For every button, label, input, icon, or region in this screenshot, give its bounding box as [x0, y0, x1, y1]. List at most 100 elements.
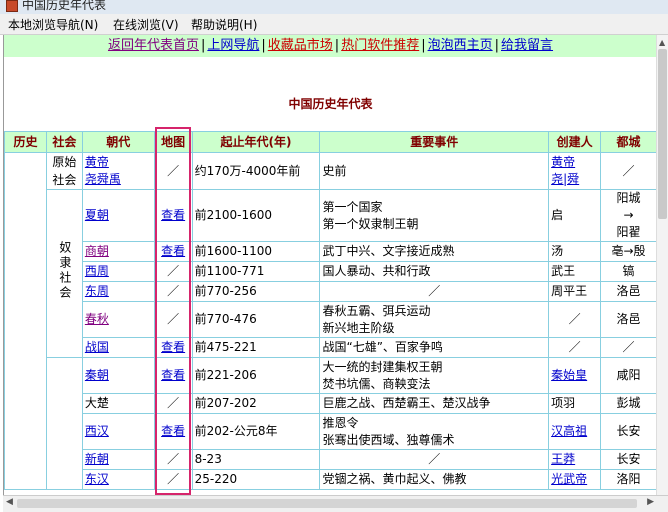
founder-cell: 汤	[548, 241, 602, 262]
map-cell: ／	[153, 469, 193, 490]
cell-link[interactable]: 商朝	[85, 244, 109, 258]
cell-text: 咸阳	[616, 368, 641, 382]
capital-cell: 洛邑	[600, 281, 657, 302]
nav-link[interactable]: 返回年代表首页	[108, 38, 199, 53]
map-cell: 查看	[153, 189, 193, 242]
map-cell: ／	[153, 281, 193, 302]
society-label: 原始社会	[52, 155, 77, 187]
dynasty-cell: 东汉	[81, 469, 155, 490]
founder-cell: 汉高祖	[548, 413, 602, 450]
cell-link[interactable]: 秦始皇	[551, 368, 587, 382]
nav-link[interactable]: 泡泡西主页	[428, 38, 493, 53]
cell-link[interactable]: 汉高祖	[551, 424, 587, 438]
events-cell: 第一个国家 第一个奴隶制王朝	[319, 189, 550, 242]
society-cell: 原始社会	[45, 152, 83, 190]
cell-link[interactable]: 西周	[85, 264, 109, 278]
cell-link[interactable]: 战国	[85, 340, 109, 354]
map-cell: ／	[153, 261, 193, 282]
table-row: 战国 查看 前475-221 战国“七雄”、百家争鸣 ／ ／	[5, 337, 657, 358]
window-title: 中国历史年代表	[22, 0, 107, 12]
cell-text: 亳→殷	[611, 244, 646, 258]
capital-cell: 阳城 → 阳翟	[600, 189, 657, 242]
cell-text: 项羽	[551, 396, 576, 410]
horizontal-scrollbar[interactable]: ◀ ▶	[3, 495, 668, 512]
cell-text: 武丁中兴、文字接近成熟	[322, 244, 455, 258]
nav-link[interactable]: 热门软件推荐	[341, 38, 419, 53]
cell-link[interactable]: 春秋	[85, 312, 109, 326]
cell-link[interactable]: 新朝	[85, 452, 109, 466]
menu-local-nav[interactable]: 本地浏览导航(N)	[8, 16, 98, 33]
dynasty-cell: 战国	[81, 337, 155, 358]
table-row: 东周 ／ 前770-256 ／ 周平王 洛邑	[5, 281, 657, 302]
title-bar: 中国历史年代表	[0, 0, 668, 14]
events-cell: ／	[319, 281, 550, 302]
cell-link[interactable]: 王莽	[551, 452, 575, 466]
table-row: 奴隶社会 夏朝 查看 前2100-1600 第一个国家 第一个奴隶制王朝启阳城 → 阳翟	[5, 189, 657, 358]
scroll-right-icon[interactable]: ▶	[647, 497, 654, 507]
cell-link[interactable]: 夏朝	[85, 208, 109, 222]
view-map-link[interactable]: 查看	[161, 244, 185, 258]
map-cell: ／	[153, 449, 193, 470]
events-cell: 推恩令 张骞出使西域、独尊儒术	[319, 413, 550, 450]
vertical-scrollbar[interactable]: ▲	[656, 35, 668, 495]
cell-text: 推恩令	[322, 415, 359, 430]
society-cell	[45, 357, 83, 490]
cell-link[interactable]: 西汉	[85, 424, 109, 438]
map-cell: 查看	[153, 337, 193, 358]
cell-link[interactable]: 秦朝	[85, 368, 109, 382]
view-map-link[interactable]: 查看	[161, 368, 185, 382]
capital-cell: 彭城	[600, 393, 657, 414]
column-header: 重要事件	[319, 131, 550, 153]
no-map-mark: ／	[167, 264, 180, 278]
society-cell: 奴隶社会	[45, 189, 83, 358]
cell-link[interactable]: 尧|舜	[551, 172, 579, 186]
cell-link[interactable]: 尧舜禹	[85, 172, 121, 186]
founder-cell: 光武帝	[548, 469, 602, 490]
cell-text: →	[623, 208, 634, 222]
cell-text: 长安	[616, 452, 641, 466]
column-header: 起止年代(年)	[191, 131, 321, 153]
history-table: 历史 社会 朝代 地图 起止年代(年) 重要事件 创建人 都城 原始社会 黄帝 尧舜禹／约170万…	[4, 131, 657, 490]
founder-cell: ／	[548, 337, 602, 358]
nav-link[interactable]: 上网导航	[207, 38, 259, 53]
founder-cell: 启	[548, 189, 602, 242]
cell-link[interactable]: 光武帝	[551, 472, 587, 486]
cell-text: ／	[622, 340, 635, 354]
cell-text: ／	[428, 284, 441, 298]
dynasty-cell: 大楚	[81, 393, 155, 414]
cell-text: 党锢之祸、黄巾起义、佛教	[322, 472, 467, 486]
capital-cell: 咸阳	[600, 357, 657, 394]
table-row: 原始社会 黄帝 尧舜禹／约170万-4000年前 史前 黄帝 尧|舜／	[4, 152, 657, 490]
map-cell: ／	[153, 393, 193, 414]
no-map-mark: ／	[167, 452, 180, 466]
cell-text: 第一个国家	[322, 199, 383, 214]
cell-link[interactable]: 黄帝	[85, 155, 109, 169]
capital-cell: 镐	[600, 261, 657, 282]
cell-text: 洛邑	[616, 284, 641, 298]
scroll-thumb-horizontal[interactable]	[17, 499, 637, 508]
cell-link[interactable]: 黄帝	[551, 155, 575, 169]
cell-text: ／	[622, 163, 635, 178]
scroll-thumb[interactable]	[658, 49, 667, 219]
events-cell: ／	[319, 449, 550, 470]
cell-link[interactable]: 东周	[85, 284, 109, 298]
menu-help[interactable]: 帮助说明(H)	[191, 16, 257, 33]
history-cell	[4, 152, 47, 490]
scroll-up-icon[interactable]: ▲	[659, 38, 665, 47]
no-map-mark: ／	[167, 163, 180, 178]
cell-text: 镐	[622, 264, 635, 278]
table-row: 大楚 ／ 前207-202 巨鹿之战、西楚霸王、楚汉战争 项羽 彭城	[5, 393, 657, 414]
cell-link[interactable]: 东汉	[85, 472, 109, 486]
column-header: 都城	[600, 131, 657, 153]
scroll-left-icon[interactable]: ◀	[6, 497, 13, 507]
dynasty-cell: 西汉	[81, 413, 155, 450]
dynasty-cell: 东周	[81, 281, 155, 302]
nav-link[interactable]: 收藏品市场	[268, 38, 333, 53]
view-map-link[interactable]: 查看	[161, 208, 185, 222]
events-cell: 春秋五霸、弭兵运动 新兴地主阶级	[319, 301, 550, 338]
capital-cell: 亳→殷	[600, 241, 657, 262]
menu-online-browse[interactable]: 在线浏览(V)	[113, 16, 179, 33]
view-map-link[interactable]: 查看	[161, 340, 185, 354]
view-map-link[interactable]: 查看	[161, 424, 185, 438]
nav-link[interactable]: 给我留言	[501, 38, 553, 53]
